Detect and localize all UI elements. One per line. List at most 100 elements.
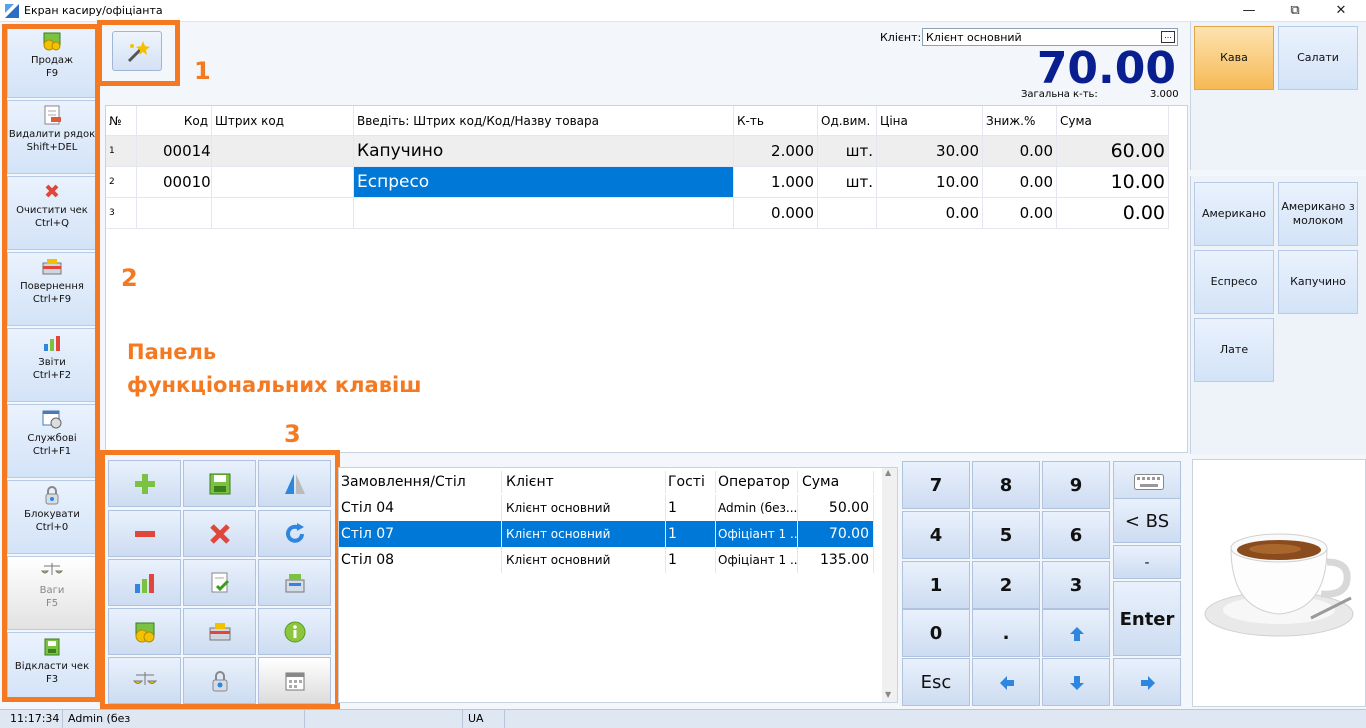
key-3[interactable]: 3 (1042, 561, 1110, 609)
row-1-unit[interactable]: шт. (818, 136, 877, 167)
restore-button[interactable]: ⧉ (1272, 0, 1318, 22)
key-dot[interactable]: . (972, 609, 1040, 657)
product-americano-milk[interactable]: Американо з молоком (1278, 182, 1358, 246)
order-client[interactable]: Клієнт основний (502, 495, 666, 521)
order-sum[interactable]: 50.00 (798, 495, 874, 521)
orders-header-client[interactable]: Клієнт (502, 471, 666, 493)
row-3-barcode[interactable] (212, 198, 354, 229)
key-backspace[interactable]: < BS (1113, 498, 1181, 543)
key-9[interactable]: 9 (1042, 461, 1110, 509)
row-1-discount[interactable]: 0.00 (983, 136, 1057, 167)
key-enter[interactable]: Enter (1113, 581, 1181, 656)
order-sum[interactable]: 70.00 (798, 521, 874, 547)
col-header-sum[interactable]: Сума (1057, 106, 1169, 136)
orders-header-guests[interactable]: Гості (666, 471, 716, 493)
order-guests[interactable]: 1 (666, 521, 716, 547)
key-minus[interactable]: - (1113, 545, 1181, 579)
product-latte[interactable]: Лате (1194, 318, 1274, 382)
row-2-discount[interactable]: 0.00 (983, 167, 1057, 198)
row-3-sum[interactable]: 0.00 (1057, 198, 1169, 229)
row-2-code[interactable]: 00010 (137, 167, 212, 198)
total-amount: 70.00 (1036, 43, 1176, 94)
key-arrow-down[interactable] (1042, 658, 1110, 706)
category-salads[interactable]: Салати (1278, 26, 1358, 90)
key-2[interactable]: 2 (972, 561, 1040, 609)
key-8[interactable]: 8 (972, 461, 1040, 509)
key-6[interactable]: 6 (1042, 511, 1110, 559)
row-2-number[interactable]: 2 (106, 167, 137, 198)
row-1-name[interactable]: Капучино (354, 136, 734, 167)
order-operator[interactable]: Admin (без... (716, 495, 798, 521)
order-operator[interactable]: Офіціант 1 ... (716, 547, 798, 573)
key-arrow-up[interactable] (1042, 609, 1110, 657)
category-coffee[interactable]: Кава (1194, 26, 1274, 90)
function-keys-highlight (2, 24, 100, 702)
coffee-cup-image (1204, 533, 1354, 637)
orders-header-table[interactable]: Замовлення/Стіл (339, 471, 502, 493)
key-5[interactable]: 5 (972, 511, 1040, 559)
key-1[interactable]: 1 (902, 561, 970, 609)
row-1-qty[interactable]: 2.000 (734, 136, 818, 167)
scroll-up-icon[interactable]: ▲ (885, 468, 891, 477)
client-lookup-icon[interactable]: ... (1161, 31, 1175, 43)
key-4[interactable]: 4 (902, 511, 970, 559)
orders-header-operator[interactable]: Оператор (716, 471, 798, 493)
col-header-price[interactable]: Ціна (877, 106, 983, 136)
order-sum[interactable]: 135.00 (798, 547, 874, 573)
order-operator[interactable]: Офіціант 1 ... (716, 521, 798, 547)
order-table[interactable]: Стіл 07 (339, 521, 502, 547)
row-1-sum[interactable]: 60.00 (1057, 136, 1169, 167)
status-bar: 11:17:34 Admin (без UA (0, 709, 1366, 728)
close-button[interactable]: ✕ (1318, 0, 1364, 22)
row-1-number[interactable]: 1 (106, 136, 137, 167)
window-title: Екран касиру/офіціанта (24, 4, 163, 17)
row-1-price[interactable]: 30.00 (877, 136, 983, 167)
row-3-code[interactable] (137, 198, 212, 229)
col-header-qty[interactable]: К-ть (734, 106, 818, 136)
status-user: Admin (без (63, 710, 305, 728)
row-3-unit[interactable] (818, 198, 877, 229)
key-0[interactable]: 0 (902, 609, 970, 657)
col-header-unit[interactable]: Од.вим. (818, 106, 877, 136)
key-esc[interactable]: Esc (902, 658, 970, 706)
product-espresso[interactable]: Еспресо (1194, 250, 1274, 314)
orders-scrollbar[interactable]: ▲ ▼ (882, 468, 897, 702)
minimize-button[interactable]: — (1226, 0, 1272, 22)
order-guests[interactable]: 1 (666, 547, 716, 573)
row-2-sum[interactable]: 10.00 (1057, 167, 1169, 198)
arrow-down-icon (1070, 676, 1084, 690)
order-client[interactable]: Клієнт основний (502, 521, 666, 547)
client-label: Клієнт: (880, 31, 922, 44)
row-2-name[interactable]: Еспресо (354, 167, 734, 198)
col-header-discount[interactable]: Зниж.% (983, 106, 1057, 136)
product-cappuccino[interactable]: Капучино (1278, 250, 1358, 314)
col-header-code[interactable]: Код (137, 106, 212, 136)
row-2-barcode[interactable] (212, 167, 354, 198)
row-1-barcode[interactable] (212, 136, 354, 167)
orders-header-sum[interactable]: Сума (798, 471, 874, 493)
order-table[interactable]: Стіл 04 (339, 495, 502, 521)
row-3-name[interactable] (354, 198, 734, 229)
order-client[interactable]: Клієнт основний (502, 547, 666, 573)
col-header-barcode[interactable]: Штрих код (212, 106, 354, 136)
row-2-qty[interactable]: 1.000 (734, 167, 818, 198)
row-3-qty[interactable]: 0.000 (734, 198, 818, 229)
row-1-code[interactable]: 00014 (137, 136, 212, 167)
row-2-price[interactable]: 10.00 (877, 167, 983, 198)
order-table[interactable]: Стіл 08 (339, 547, 502, 573)
col-header-number[interactable]: № (106, 106, 137, 136)
scroll-down-icon[interactable]: ▼ (885, 690, 891, 699)
row-3-number[interactable]: 3 (106, 198, 137, 229)
order-guests[interactable]: 1 (666, 495, 716, 521)
key-arrow-right[interactable] (1113, 658, 1181, 706)
annotation-panel-line2: функціональних клавіш (127, 373, 422, 397)
total-qty-value: 3.000 (1150, 89, 1179, 100)
product-americano[interactable]: Американо (1194, 182, 1274, 246)
row-2-unit[interactable]: шт. (818, 167, 877, 198)
key-arrow-left[interactable] (972, 658, 1040, 706)
status-time: 11:17:34 (5, 710, 63, 728)
key-7[interactable]: 7 (902, 461, 970, 509)
row-3-discount[interactable]: 0.00 (983, 198, 1057, 229)
col-header-name[interactable]: Введіть: Штрих код/Код/Назву товара (354, 106, 734, 136)
row-3-price[interactable]: 0.00 (877, 198, 983, 229)
